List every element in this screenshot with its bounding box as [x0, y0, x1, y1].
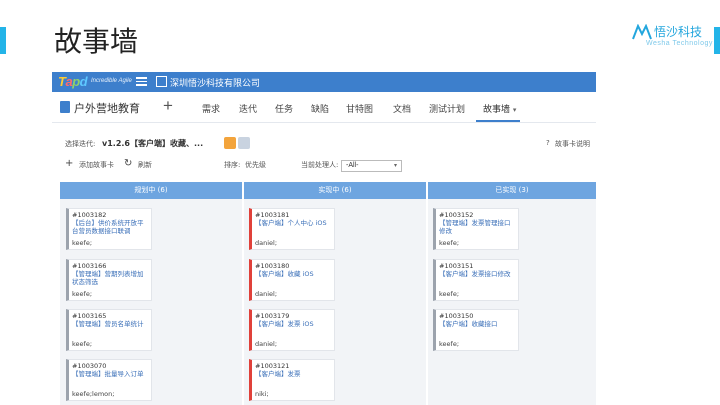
- story-card[interactable]: #1003070 【管理端】批量导入订单 keefe;lemon;: [66, 359, 152, 401]
- brand-name: 悟沙科技: [654, 25, 703, 39]
- story-owner: keefe;: [72, 239, 93, 247]
- story-id: #1003070: [72, 362, 107, 370]
- story-id: #1003180: [255, 262, 290, 270]
- project-navbar: 户外营地教育 + 需求 迭代 任务 缺陷 甘特图 文档 测试计划 故事墙 ▾: [52, 92, 596, 123]
- story-title[interactable]: 【管理端】营期列表增加状态筛选: [72, 270, 148, 286]
- app-topbar: Tapd Incredible Agile 深圳悟沙科技有限公司: [52, 72, 596, 92]
- tab-docs[interactable]: 文档: [393, 102, 411, 115]
- chevron-down-icon: ▾: [512, 106, 517, 114]
- logo-tagline: Incredible Agile: [91, 78, 132, 84]
- list-view-icon[interactable]: [238, 137, 250, 149]
- refresh-icon[interactable]: ↻: [124, 158, 132, 169]
- slide-accent-right: [714, 27, 720, 54]
- story-owner: keefe;: [72, 340, 93, 348]
- sort-label: 排序:: [224, 161, 241, 169]
- add-button[interactable]: +: [163, 96, 173, 116]
- story-card[interactable]: #1003151 【客户端】发票接口修改 keefe;: [433, 259, 519, 301]
- story-card[interactable]: #1003179 【客户端】发票 iOS daniel;: [249, 309, 335, 351]
- refresh-button[interactable]: 刷新: [138, 160, 152, 170]
- story-owner: keefe;: [439, 290, 460, 298]
- project-icon: [60, 101, 70, 113]
- story-id: #1003166: [72, 262, 107, 270]
- story-owner: daniel;: [255, 239, 278, 247]
- story-owner: keefe;: [439, 340, 460, 348]
- story-card[interactable]: #1003180 【客户端】收藏 iOS daniel;: [249, 259, 335, 301]
- story-id: #1003150: [439, 312, 474, 320]
- story-owner: keefe;: [72, 290, 93, 298]
- chevron-down-icon: ▾: [393, 163, 397, 169]
- story-id: #1003179: [255, 312, 290, 320]
- story-card[interactable]: #1003121 【客户端】发票 niki;: [249, 359, 335, 401]
- tab-test-plans[interactable]: 测试计划: [429, 102, 465, 115]
- story-card[interactable]: #1003166 【管理端】营期列表增加状态筛选 keefe;: [66, 259, 152, 301]
- sort-select[interactable]: 优先级: [245, 160, 266, 170]
- story-title[interactable]: 【客户端】收藏 iOS: [255, 270, 331, 278]
- story-card[interactable]: #1003182 【后台】供价系统开放平台营员数据接口联调 keefe;: [66, 208, 152, 250]
- brand-mark-icon: [632, 24, 652, 40]
- story-card[interactable]: #1003165 【管理端】营员名单统计 keefe;: [66, 309, 152, 351]
- story-title[interactable]: 【客户端】发票 iOS: [255, 320, 331, 328]
- tab-story-wall[interactable]: 故事墙 ▾: [483, 102, 516, 115]
- add-icon[interactable]: +: [65, 158, 73, 169]
- story-title[interactable]: 【管理端】批量导入订单: [72, 370, 148, 378]
- tapd-app-window: Tapd Incredible Agile 深圳悟沙科技有限公司 户外营地教育 …: [52, 72, 596, 405]
- tab-gantt[interactable]: 甘特图: [346, 102, 373, 115]
- project-name[interactable]: 户外营地教育: [74, 100, 140, 116]
- handler-label: 当前处理人:: [301, 161, 339, 169]
- story-title[interactable]: 【客户端】发票接口修改: [439, 270, 515, 278]
- active-tab-indicator: [476, 120, 520, 122]
- column-header-done: 已实现 (3): [428, 182, 596, 199]
- story-title[interactable]: 【客户端】个人中心 iOS: [255, 219, 331, 227]
- story-owner: keefe;lemon;: [72, 390, 115, 398]
- slide-accent-left: [0, 27, 6, 54]
- tab-defects[interactable]: 缺陷: [311, 102, 329, 115]
- menu-icon[interactable]: [136, 77, 147, 86]
- story-title[interactable]: 【管理端】营员名单统计: [72, 320, 148, 328]
- story-title[interactable]: 【后台】供价系统开放平台营员数据接口联调: [72, 219, 148, 235]
- story-owner: daniel;: [255, 340, 278, 348]
- story-card[interactable]: #1003150 【客户端】收藏接口 keefe;: [433, 309, 519, 351]
- story-id: #1003152: [439, 211, 474, 219]
- story-card-help-link[interactable]: 故事卡说明: [555, 139, 590, 149]
- story-title[interactable]: 【客户端】收藏接口: [439, 320, 515, 328]
- story-id: #1003121: [255, 362, 290, 370]
- story-owner: niki;: [255, 390, 269, 398]
- tab-tasks[interactable]: 任务: [275, 102, 293, 115]
- tab-requirements[interactable]: 需求: [202, 102, 220, 115]
- tab-iterations[interactable]: 迭代: [239, 102, 257, 115]
- iteration-select[interactable]: v1.2.6【客户端】收藏、...: [102, 138, 203, 149]
- story-card[interactable]: #1003181 【客户端】个人中心 iOS daniel;: [249, 208, 335, 250]
- story-id: #1003165: [72, 312, 107, 320]
- brand-subtitle: Wesha Technology: [646, 40, 713, 47]
- handler-select-value: -All-: [346, 162, 359, 169]
- story-id: #1003151: [439, 262, 474, 270]
- add-story-button[interactable]: 添加故事卡: [79, 160, 114, 170]
- iteration-label: 选择迭代:: [65, 140, 96, 148]
- help-question-icon[interactable]: ?: [546, 139, 550, 147]
- tapd-logo[interactable]: Tapd: [58, 74, 88, 89]
- column-header-planning: 规划中 (6): [60, 182, 242, 199]
- story-title[interactable]: 【管理端】发票管理接口修改: [439, 219, 515, 235]
- story-id: #1003182: [72, 211, 107, 219]
- column-header-in-progress: 实现中 (6): [244, 182, 426, 199]
- slide-title: 故事墙: [54, 25, 139, 58]
- story-title[interactable]: 【客户端】发票: [255, 370, 331, 378]
- story-owner: keefe;: [439, 239, 460, 247]
- handler-select[interactable]: -All- ▾: [341, 160, 402, 172]
- story-id: #1003181: [255, 211, 290, 219]
- building-icon: [156, 76, 167, 87]
- org-name[interactable]: 深圳悟沙科技有限公司: [170, 76, 260, 89]
- card-view-icon[interactable]: [224, 137, 236, 149]
- story-owner: daniel;: [255, 290, 278, 298]
- story-card[interactable]: #1003152 【管理端】发票管理接口修改 keefe;: [433, 208, 519, 250]
- tab-story-wall-label: 故事墙: [483, 105, 511, 115]
